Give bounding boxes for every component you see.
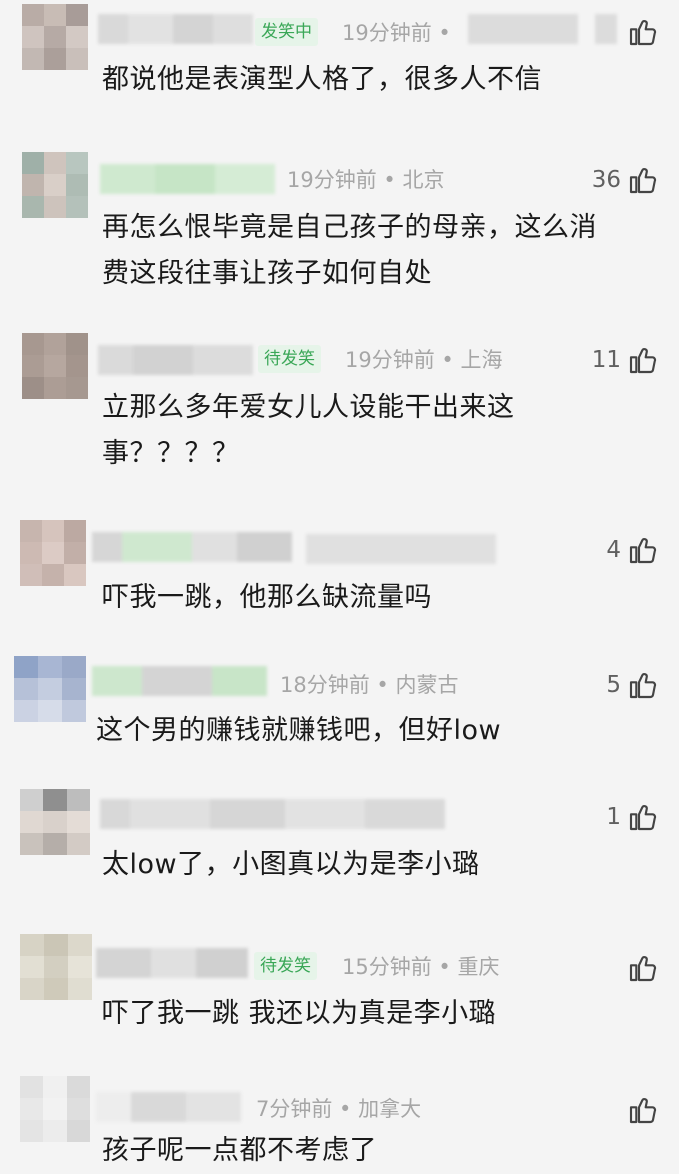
comment-text: 吓了我一跳 我还以为真是李小璐 (102, 991, 496, 1037)
avatar[interactable] (20, 520, 86, 586)
meta-separator: • (434, 348, 461, 372)
username-blurred[interactable] (96, 948, 248, 978)
avatar[interactable] (22, 333, 88, 399)
comment-time: 19分钟前 (287, 168, 377, 192)
meta-separator: • (332, 1097, 359, 1121)
like-count: 11 (591, 347, 621, 373)
avatar[interactable] (22, 4, 88, 70)
like-button[interactable]: 1 (606, 799, 659, 835)
comment-item: 待发笑 15分钟前 • 重庆 吓了我一跳 我还以为真是李小璐 (0, 928, 679, 1066)
thumbs-up-icon (629, 168, 657, 194)
thumbs-up-icon (629, 348, 657, 374)
comment-text: 立那么多年爱女儿人设能干出来这 事？？？？ (102, 385, 515, 477)
comment-line: 再怎么恨毕竟是自己孩子的母亲，这么消 (102, 212, 597, 243)
comment-line: 事？？？？ (102, 438, 240, 469)
comment-text: 吓我一跳，他那么缺流量吗 (102, 575, 432, 621)
like-button[interactable] (621, 14, 659, 50)
meta-separator: • (369, 673, 396, 697)
comment-location: 重庆 (457, 955, 500, 979)
comment-line: 费这段往事让孩子如何自处 (102, 258, 432, 289)
like-button[interactable] (621, 1092, 659, 1128)
comment-text: 都说他是表演型人格了，很多人不信 (102, 57, 542, 103)
comment-line: 这个男的赚钱就赚钱吧，但好low (96, 715, 502, 746)
comment-item: 发笑中 19分钟前 • 都说他是表演型人格了，很多人不信 (0, 0, 679, 130)
like-count: 5 (606, 672, 621, 698)
comment-text: 再怎么恨毕竟是自己孩子的母亲，这么消 费这段往事让孩子如何自处 (102, 205, 597, 297)
comment-meta: 18分钟前 • 内蒙古 (280, 670, 458, 700)
comment-location: 北京 (402, 168, 445, 192)
username-blurred[interactable] (100, 799, 445, 829)
comment-line: 孩子呢一点都不考虑了 (102, 1135, 377, 1166)
like-count: 36 (591, 167, 621, 193)
username-blurred[interactable] (98, 345, 253, 375)
username-blurred[interactable] (92, 532, 292, 562)
meta-separator: • (431, 955, 458, 979)
thumbs-up-icon (629, 956, 657, 982)
comment-meta: 19分钟前 • 上海 (345, 345, 502, 375)
comment-item: 1 太low了，小图真以为是李小璐 (0, 785, 679, 915)
thumbs-up-icon (629, 20, 657, 46)
like-button[interactable]: 11 (592, 342, 659, 378)
comment-text: 这个男的赚钱就赚钱吧，但好low (96, 708, 501, 754)
comment-location: 上海 (460, 348, 503, 372)
comment-text: 孩子呢一点都不考虑了 (102, 1128, 377, 1174)
avatar[interactable] (20, 789, 90, 855)
comment-location: 加拿大 (358, 1097, 422, 1121)
like-count: 1 (606, 804, 621, 830)
comment-item: 待发笑 19分钟前 • 上海 11 立那么多年爱女儿人设能干出来这 事？？？？ (0, 325, 679, 500)
username-blurred[interactable] (100, 164, 275, 194)
comment-time: 18分钟前 (280, 673, 370, 697)
comment-item: 18分钟前 • 内蒙古 5 这个男的赚钱就赚钱吧，但好low (0, 648, 679, 776)
like-button[interactable]: 5 (606, 667, 659, 703)
comment-line: 吓了我一跳 我还以为真是李小璐 (102, 998, 497, 1029)
avatar[interactable] (20, 934, 92, 1000)
comment-text: 太low了，小图真以为是李小璐 (102, 842, 480, 888)
meta-separator: • (431, 21, 451, 45)
comment-location: 内蒙古 (395, 673, 459, 697)
like-button[interactable] (621, 950, 659, 986)
username-blurred[interactable] (92, 666, 267, 696)
thumbs-up-icon (629, 805, 657, 831)
comment-item: 19分钟前 • 北京 36 再怎么恨毕竟是自己孩子的母亲，这么消 费这段往事让孩… (0, 140, 679, 320)
username-blurred[interactable] (98, 14, 253, 44)
comment-line: 立那么多年爱女儿人设能干出来这 (102, 392, 515, 423)
status-badge: 发笑中 (255, 18, 318, 46)
comment-line: 吓我一跳，他那么缺流量吗 (102, 582, 432, 613)
comment-line: 都说他是表演型人格了，很多人不信 (102, 64, 542, 95)
avatar[interactable] (20, 1076, 90, 1142)
meta-separator: • (376, 168, 403, 192)
comment-meta: 19分钟前 • (342, 18, 451, 48)
meta-blurred (306, 534, 496, 564)
comment-meta: 19分钟前 • 北京 (287, 165, 444, 195)
comment-time: 15分钟前 (342, 955, 432, 979)
comment-item: 4 吓我一跳，他那么缺流量吗 (0, 512, 679, 637)
like-button[interactable]: 4 (606, 532, 659, 568)
avatar[interactable] (14, 656, 86, 722)
like-button[interactable]: 36 (592, 162, 659, 198)
comment-meta: 15分钟前 • 重庆 (342, 952, 499, 982)
comment-line: 太low了，小图真以为是李小璐 (102, 849, 480, 880)
comment-item: 7分钟前 • 加拿大 孩子呢一点都不考虑了 (0, 1070, 679, 1169)
comment-meta: 7分钟前 • 加拿大 (256, 1094, 421, 1124)
likes-blurred (595, 14, 617, 44)
comment-time: 19分钟前 (342, 21, 432, 45)
thumbs-up-icon (629, 673, 657, 699)
like-count: 4 (606, 537, 621, 563)
thumbs-up-icon (629, 538, 657, 564)
comment-time: 7分钟前 (256, 1097, 333, 1121)
location-blurred (468, 14, 578, 44)
comment-time: 19分钟前 (345, 348, 435, 372)
username-blurred[interactable] (96, 1092, 241, 1122)
status-badge: 待发笑 (254, 952, 317, 980)
status-badge: 待发笑 (258, 345, 321, 373)
thumbs-up-icon (629, 1098, 657, 1124)
avatar[interactable] (22, 152, 88, 218)
